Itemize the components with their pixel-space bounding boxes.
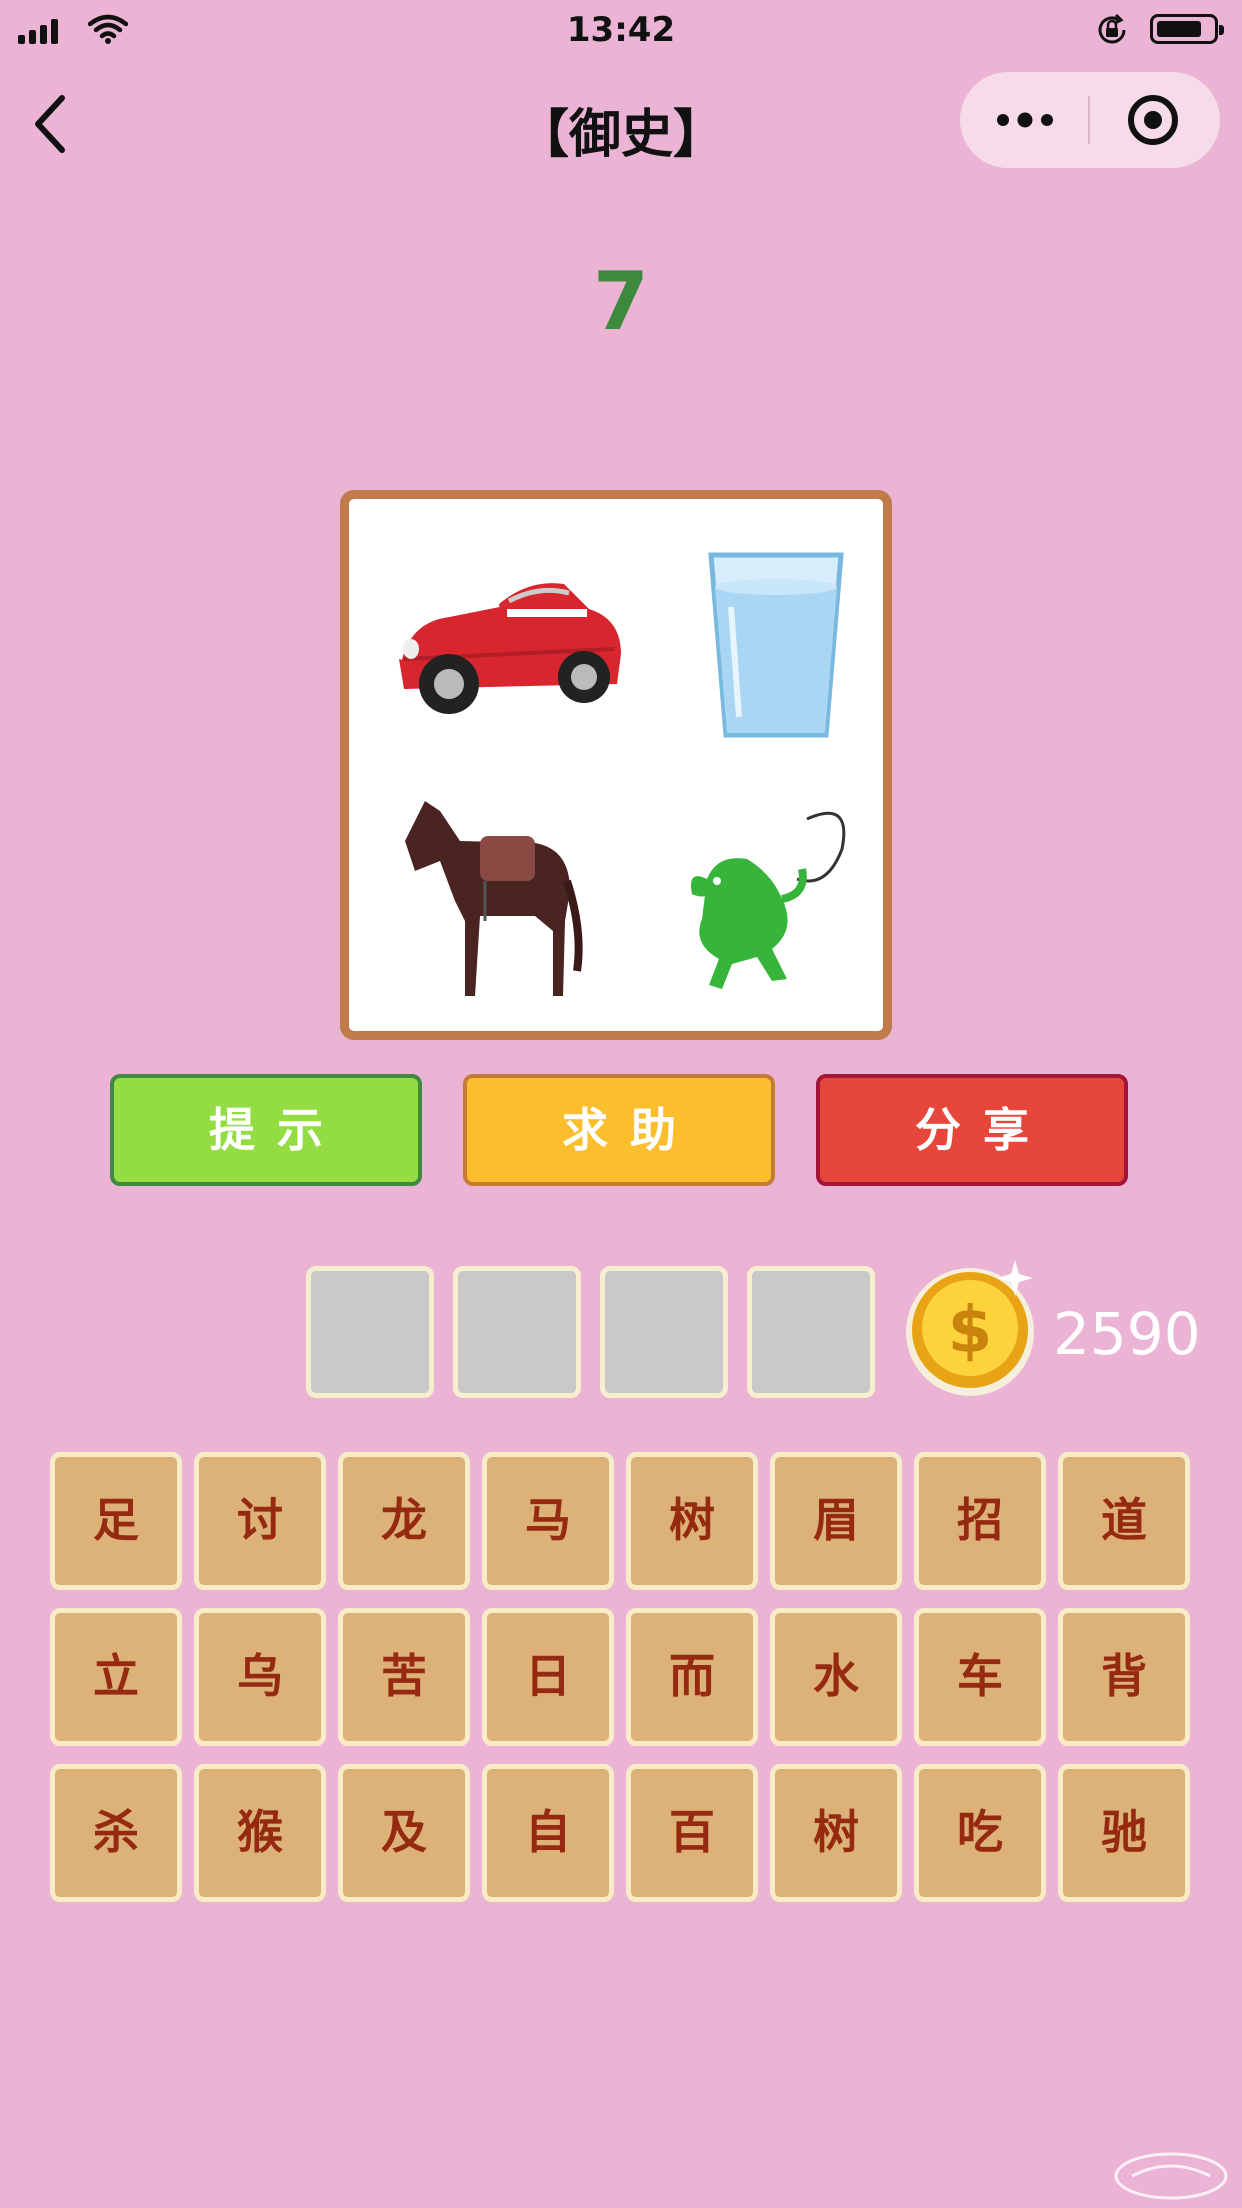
- letter-row: 杀 猴 及 自 百 树 吃 驰: [50, 1764, 1192, 1902]
- letter-tile[interactable]: 立: [50, 1608, 182, 1746]
- answer-slot[interactable]: [747, 1266, 875, 1398]
- letter-tile[interactable]: 树: [626, 1452, 758, 1590]
- letter-tile[interactable]: 足: [50, 1452, 182, 1590]
- letter-tile[interactable]: 眉: [770, 1452, 902, 1590]
- status-bar: 13:42: [0, 0, 1242, 62]
- car-icon: [396, 583, 621, 714]
- answer-slot[interactable]: [600, 1266, 728, 1398]
- letter-tile[interactable]: 自: [482, 1764, 614, 1902]
- letter-row: 立 乌 苦 日 而 水 车 背: [50, 1608, 1192, 1746]
- letter-tile[interactable]: 马: [482, 1452, 614, 1590]
- status-time: 13:42: [566, 10, 676, 50]
- level-number: 7: [593, 255, 649, 348]
- letter-row: 足 讨 龙 马 树 眉 招 道: [50, 1452, 1192, 1590]
- letter-tile[interactable]: 乌: [194, 1608, 326, 1746]
- coin-icon: $: [906, 1260, 1034, 1396]
- letter-tile[interactable]: 猴: [194, 1764, 326, 1902]
- capsule-divider: [1088, 96, 1090, 144]
- letter-tile[interactable]: 招: [914, 1452, 1046, 1590]
- letter-tile[interactable]: 车: [914, 1608, 1046, 1746]
- battery-icon: [1150, 14, 1224, 44]
- letter-tile[interactable]: 杀: [50, 1764, 182, 1902]
- dragon-icon: [691, 811, 846, 989]
- more-dots-icon[interactable]: [995, 102, 1055, 138]
- answer-slot[interactable]: [453, 1266, 581, 1398]
- letter-tile[interactable]: 驰: [1058, 1764, 1190, 1902]
- share-button[interactable]: 分享: [816, 1074, 1128, 1186]
- nav-bar: 【御史】: [0, 62, 1242, 190]
- letter-tile[interactable]: 树: [770, 1764, 902, 1902]
- hint-button[interactable]: 提示: [110, 1074, 422, 1186]
- coin-count: 2590: [1053, 1300, 1201, 1368]
- letter-tile[interactable]: 龙: [338, 1452, 470, 1590]
- rotation-lock-icon: [1098, 13, 1126, 44]
- letter-tile[interactable]: 日: [482, 1608, 614, 1746]
- horse-icon: [405, 801, 583, 996]
- letter-tile[interactable]: 苦: [338, 1608, 470, 1746]
- letter-tile[interactable]: 百: [626, 1764, 758, 1902]
- letter-tile[interactable]: 而: [626, 1608, 758, 1746]
- letter-tile[interactable]: 背: [1058, 1608, 1190, 1746]
- letter-tile[interactable]: 及: [338, 1764, 470, 1902]
- letter-tile[interactable]: 道: [1058, 1452, 1190, 1590]
- letter-tile[interactable]: 讨: [194, 1452, 326, 1590]
- watermark-logo: [1114, 2152, 1228, 2200]
- svg-text:$: $: [948, 1294, 993, 1368]
- close-target-icon[interactable]: [1125, 92, 1181, 148]
- letter-tile[interactable]: 水: [770, 1608, 902, 1746]
- puzzle-image: [340, 490, 892, 1040]
- help-button[interactable]: 求助: [463, 1074, 775, 1186]
- water-glass-icon: [708, 552, 844, 738]
- answer-slot[interactable]: [306, 1266, 434, 1398]
- mini-program-capsule: [960, 72, 1220, 168]
- letter-tile[interactable]: 吃: [914, 1764, 1046, 1902]
